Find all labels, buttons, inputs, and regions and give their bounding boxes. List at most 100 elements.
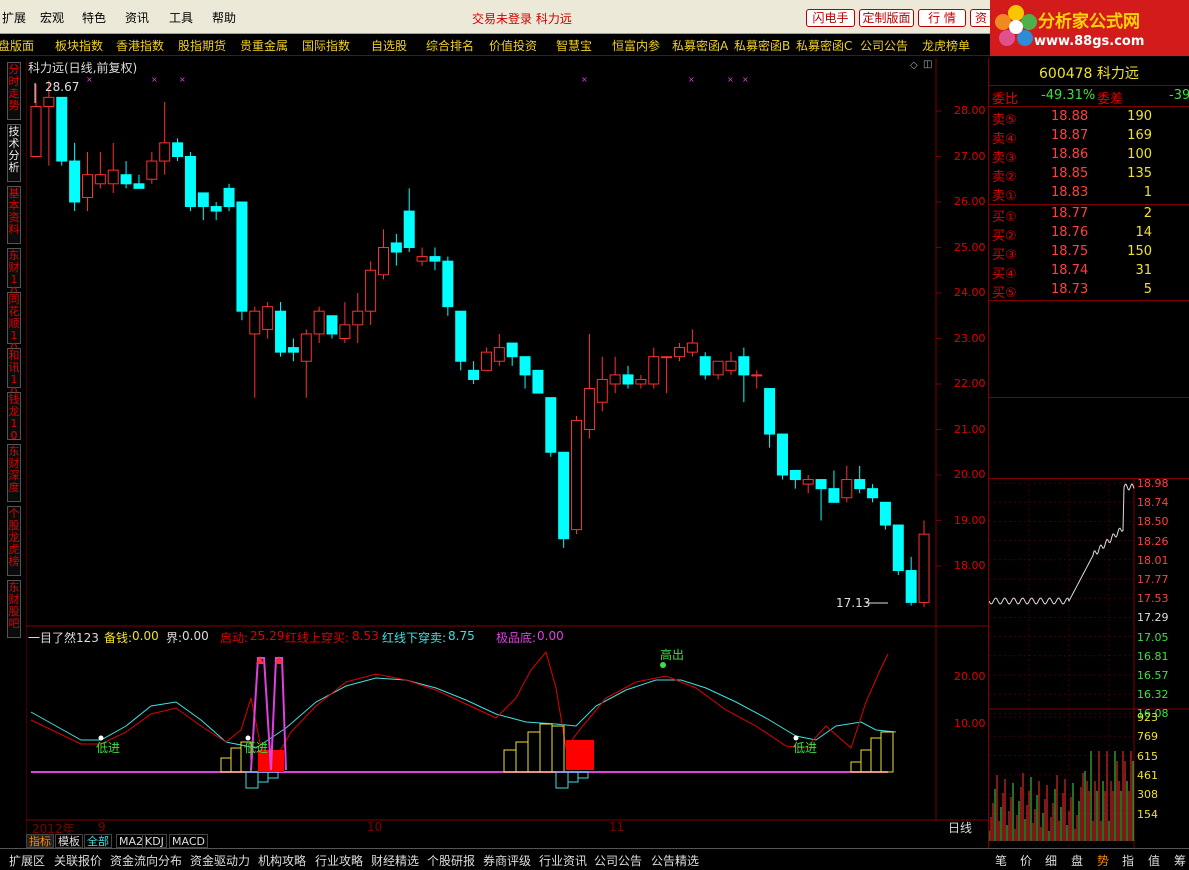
quote-button[interactable]: 行 情 — [918, 9, 966, 27]
signal-mark: × — [727, 75, 734, 84]
tab-announcements[interactable]: 公司公告 — [860, 37, 908, 54]
custom-layout-button[interactable]: 定制版面 — [859, 9, 914, 27]
tab-private-b[interactable]: 私募密函B — [734, 37, 790, 54]
price-axis-label: 22.00 — [954, 377, 986, 390]
tab-ranking[interactable]: 综合排名 — [426, 37, 474, 54]
candle-body — [854, 479, 866, 490]
x-label-9: 9 — [98, 820, 106, 834]
price-axis-label: 23.00 — [954, 331, 986, 345]
tab-kdj[interactable]: KDJ — [142, 834, 167, 848]
quote-label: 卖④ — [992, 132, 1017, 147]
menu-item[interactable]: 工具 — [169, 9, 193, 26]
btab-fund-drive[interactable]: 资金驱动力 — [190, 852, 250, 869]
vtab-intraday[interactable]: 分时走势 — [7, 62, 21, 120]
tab-intl-index[interactable]: 国际指数 — [302, 37, 350, 54]
btab-broker-rating[interactable]: 券商评级 — [483, 852, 531, 869]
flash-trade-button[interactable]: 闪电手 — [806, 9, 855, 27]
tab-macd[interactable]: MACD — [169, 834, 208, 848]
btab-related-quotes[interactable]: 关联报价 — [54, 852, 102, 869]
candle-body — [776, 433, 788, 476]
mini-axis-label: 18.98 — [1137, 477, 1169, 490]
vtab-ths10[interactable]: 同花顺10 — [7, 292, 21, 354]
menu-item[interactable]: 特色 — [82, 9, 106, 26]
rtab-trend[interactable]: 势 — [1097, 852, 1109, 869]
candle-body — [532, 369, 544, 394]
tab-sector-index[interactable]: 板块指数 — [55, 37, 103, 54]
btab-ann-picks[interactable]: 公告精选 — [651, 852, 699, 869]
candle-body — [313, 310, 325, 335]
btab-institution[interactable]: 机构攻略 — [258, 852, 306, 869]
quote-volume: 135 — [1127, 166, 1152, 181]
tab-private-a[interactable]: 私募密函A — [672, 37, 728, 54]
rtab-detail[interactable]: 细 — [1045, 852, 1057, 869]
bid-row: 买② 18.76 14 — [989, 224, 1189, 244]
weicha-value: -39 — [1169, 88, 1189, 103]
mini-axis-label: 16.81 — [1137, 649, 1169, 663]
price-chart[interactable]: × × × × × × × — [26, 58, 988, 848]
tab-templates[interactable]: 模板 — [55, 834, 83, 848]
candle-body — [764, 388, 776, 435]
quote-volume: 100 — [1127, 147, 1152, 162]
tab-futures[interactable]: 股指期货 — [178, 37, 226, 54]
candle-body — [841, 479, 853, 499]
tab-metals[interactable]: 贵重金属 — [240, 37, 288, 54]
menu-item[interactable]: 帮助 — [212, 9, 236, 26]
btab-fund-flow[interactable]: 资金流向分布 — [110, 852, 182, 869]
candle-body — [674, 347, 685, 358]
vtab-qianlong10[interactable]: 钱龙10 — [7, 392, 21, 442]
intraday-mini-chart[interactable]: 18.98 18.74 18.50 18.26 18.01 17.77 17.53 17.29… — [988, 477, 1189, 849]
ind-qidong-label: 启动: — [220, 631, 249, 645]
tab-zhihuibao[interactable]: 智慧宝 — [556, 37, 592, 54]
tab-watchlist[interactable]: 自选股 — [371, 37, 407, 54]
candle-body — [828, 488, 840, 503]
stat-row — [989, 418, 1189, 437]
tab-private-c[interactable]: 私募密函C — [796, 37, 852, 54]
tab-indicators[interactable]: 指标 — [26, 834, 54, 848]
btab-company-ann[interactable]: 公司公告 — [594, 852, 642, 869]
quote-price: 18.77 — [1051, 206, 1089, 221]
tab-panel[interactable]: 盘版面 — [0, 37, 34, 54]
ind-reddown-value: 8.75 — [448, 629, 475, 643]
vtab-dragon-tiger[interactable]: 个股龙虎榜 — [7, 506, 21, 576]
info-button[interactable]: 资 — [970, 9, 992, 27]
candle-body — [43, 96, 55, 107]
vtab-hexun10[interactable]: 和讯10 — [7, 348, 21, 398]
btab-industry-strategy[interactable]: 行业攻略 — [315, 852, 363, 869]
vtab-fundamentals[interactable]: 基本资料 — [7, 186, 21, 244]
x-label-10: 10 — [367, 820, 383, 834]
tab-dragon-tiger[interactable]: 龙虎榜单 — [922, 37, 970, 54]
ind-bottom-label: 极品底: — [496, 631, 537, 645]
rtab-chips[interactable]: 筹 — [1174, 852, 1186, 869]
rtab-board[interactable]: 盘 — [1071, 852, 1083, 869]
vtab-technical[interactable]: 技术分析 — [7, 124, 21, 182]
vtab-guba[interactable]: 东财股吧 — [7, 580, 21, 638]
rtab-index[interactable]: 指 — [1122, 852, 1134, 869]
ask-row: 卖④ 18.87 169 — [989, 127, 1189, 147]
menu-item[interactable]: 扩展 — [2, 9, 26, 26]
menu-item[interactable]: 宏观 — [40, 9, 64, 26]
candle-body — [172, 142, 184, 157]
chart-area[interactable]: × × × × × × × 科力远(日线,前复权) 28.67 17.13 ◇ ◫ 28.0… — [26, 58, 988, 849]
btab-finance-picks[interactable]: 财经精选 — [371, 852, 419, 869]
candle-body — [197, 192, 209, 208]
candle-body — [789, 469, 801, 481]
btab-stock-research[interactable]: 个股研报 — [427, 852, 475, 869]
tab-hk-index[interactable]: 香港指数 — [116, 37, 164, 54]
tab-all[interactable]: 全部 — [84, 834, 112, 848]
rtab-price[interactable]: 价 — [1020, 852, 1032, 869]
diamond-icon[interactable]: ◇ — [910, 60, 918, 71]
window-icon[interactable]: ◫ — [923, 59, 932, 70]
vertical-tab-bar: 分时走势 技术分析 基本资料 东财10 同花顺10 和讯10 钱龙10 东财深度… — [0, 58, 26, 848]
low-price-label: 17.13 — [836, 596, 871, 610]
mini-axis-label: 17.77 — [1137, 573, 1169, 586]
rtab-trades[interactable]: 笔 — [995, 852, 1007, 869]
candle-body — [699, 356, 711, 376]
btab-industry-news[interactable]: 行业资讯 — [539, 852, 587, 869]
tab-insider[interactable]: 恒富内参 — [612, 37, 660, 54]
rtab-value[interactable]: 值 — [1148, 852, 1160, 869]
tab-value[interactable]: 价值投资 — [489, 37, 537, 54]
vtab-eastmoney-depth[interactable]: 东财深度 — [7, 444, 21, 502]
vtab-eastmoney10[interactable]: 东财10 — [7, 248, 21, 298]
btab-extension[interactable]: 扩展区 — [9, 852, 45, 869]
menu-item[interactable]: 资讯 — [125, 9, 149, 26]
